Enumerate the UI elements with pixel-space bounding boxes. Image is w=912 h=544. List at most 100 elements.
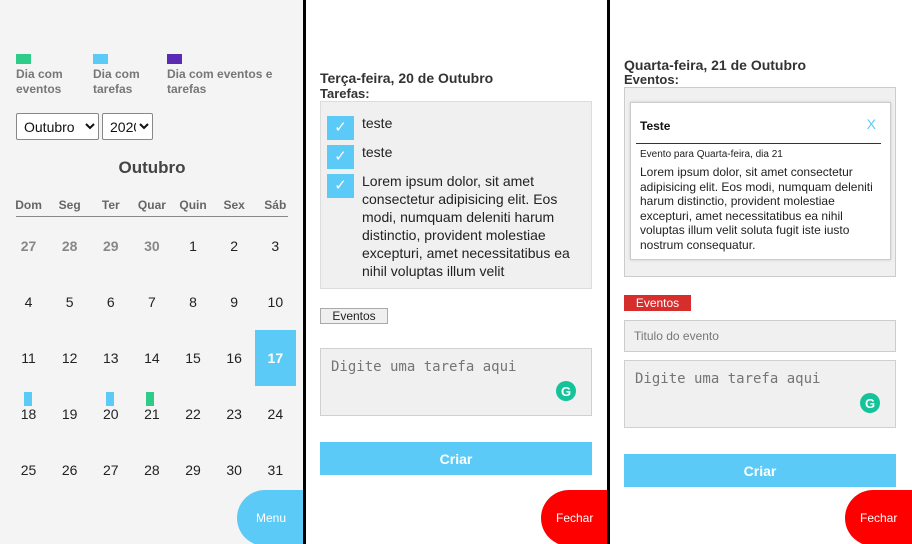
calendar-day[interactable]: 28 (49, 218, 90, 274)
calendar-day[interactable]: 27 (90, 442, 131, 498)
calendar-day[interactable]: 15 (173, 330, 214, 386)
day-number: 15 (185, 350, 201, 366)
calendar-day[interactable]: 21 (131, 386, 172, 442)
task-marker (24, 392, 32, 406)
task-text: teste (362, 144, 393, 160)
day-number: 20 (102, 406, 119, 422)
calendar-day[interactable]: 14 (131, 330, 172, 386)
selected-day-title: Terça-feira, 20 de Outubro (320, 70, 494, 86)
calendar-day[interactable]: 2 (214, 218, 255, 274)
menu-button[interactable]: Menu (237, 490, 304, 544)
task-item[interactable]: ✓ teste (321, 143, 591, 169)
day-events-panel: Quarta-feira, 21 de Outubro Eventos: Tes… (610, 0, 912, 544)
create-task-button[interactable]: Criar (320, 442, 592, 475)
day-number: 16 (226, 350, 242, 366)
calendar-day[interactable]: 28 (131, 442, 172, 498)
weekday-label: Sex (223, 198, 245, 212)
close-button[interactable]: Fechar (541, 490, 608, 544)
grammarly-icon[interactable]: G (556, 381, 576, 401)
close-button[interactable]: Fechar (845, 490, 912, 544)
calendar-day[interactable]: 11 (8, 330, 49, 386)
day-number: 28 (61, 238, 78, 254)
calendar-day[interactable]: 27 (8, 218, 49, 274)
legend-events-and-tasks: Dia com eventos e tarefas (167, 54, 277, 97)
task-list[interactable]: ✓ teste ✓ teste ✓ Lorem ipsum dolor, sit amet… (320, 101, 592, 289)
day-number: 30 (144, 238, 160, 254)
tasks-label: Tarefas: (320, 86, 370, 101)
calendar-day[interactable]: 18 (8, 386, 49, 442)
task-text: Lorem ipsum dolor, sit amet consectetur … (362, 173, 570, 279)
calendar-day[interactable]: 16 (214, 330, 255, 386)
task-marker (106, 392, 115, 406)
weekday-label: Seg (58, 198, 81, 212)
day-number: 28 (144, 462, 160, 478)
task-item[interactable]: ✓ teste (321, 114, 591, 140)
calendar-day[interactable]: 8 (173, 274, 214, 330)
calendar-day[interactable]: 24 (255, 386, 296, 442)
day-number: 8 (189, 294, 197, 310)
calendar-day[interactable]: 26 (49, 442, 90, 498)
day-number: 19 (61, 406, 78, 422)
day-number: 18 (20, 406, 37, 422)
calendar-day[interactable]: 25 (8, 442, 49, 498)
year-select[interactable]: 2020 (102, 113, 153, 140)
calendar-day[interactable]: 29 (173, 442, 214, 498)
calendar-day[interactable]: 6 (90, 274, 131, 330)
day-number: 29 (185, 462, 201, 478)
grammarly-icon[interactable]: G (860, 393, 880, 413)
weekday-label: Sáb (264, 198, 287, 212)
calendar-day[interactable]: 29 (90, 218, 131, 274)
legend-events: Dia com eventos (16, 54, 74, 97)
event-list: Teste X Evento para Quarta-feira, dia 21… (624, 87, 896, 277)
calendar-panel: Dia com eventos Dia com tarefas Dia com … (0, 0, 304, 544)
calendar-day[interactable]: 5 (49, 274, 90, 330)
calendar-day[interactable]: 10 (255, 274, 296, 330)
calendar-day[interactable]: 30 (131, 218, 172, 274)
day-number: 14 (144, 350, 160, 366)
day-number: 1 (189, 238, 197, 254)
event-title: Teste (640, 119, 671, 133)
day-number: 22 (185, 406, 201, 422)
month-select[interactable]: Outubro (16, 113, 99, 140)
close-icon[interactable]: X (867, 116, 876, 132)
day-number: 5 (65, 294, 74, 310)
calendar-day[interactable]: 19 (49, 386, 90, 442)
task-checkbox-checked-icon[interactable]: ✓ (327, 116, 354, 140)
calendar-day[interactable]: 13 (90, 330, 131, 386)
task-checkbox-checked-icon[interactable]: ✓ (327, 174, 354, 198)
calendar-day-today[interactable]: 17 (254, 330, 296, 386)
weekday-label: Ter (101, 198, 120, 212)
legend-tasks-swatch (93, 54, 108, 64)
calendar-day[interactable]: 20 (90, 386, 131, 442)
event-description-input[interactable] (624, 360, 896, 428)
event-card[interactable]: Teste X Evento para Quarta-feira, dia 21… (630, 102, 891, 260)
event-marker (146, 392, 155, 406)
calendar-day[interactable]: 7 (131, 274, 172, 330)
day-number: 29 (102, 238, 119, 254)
events-button[interactable]: Eventos (320, 308, 388, 324)
calendar-day[interactable]: 30 (214, 442, 255, 498)
calendar-day[interactable]: 9 (214, 274, 255, 330)
legend-tasks-label: Dia com tarefas (93, 67, 140, 96)
task-item[interactable]: ✓ Lorem ipsum dolor, sit amet consectetur… (321, 172, 591, 280)
calendar-day[interactable]: 22 (173, 386, 214, 442)
task-checkbox-checked-icon[interactable]: ✓ (327, 145, 354, 169)
task-input[interactable] (320, 348, 592, 416)
calendar-day[interactable]: 23 (214, 386, 255, 442)
day-number: 7 (148, 294, 156, 310)
calendar-day[interactable]: 12 (49, 330, 90, 386)
calendar-day[interactable]: 3 (255, 218, 296, 274)
event-title-input[interactable] (624, 320, 896, 352)
selected-day-title: Quarta-feira, 21 de Outubro (624, 57, 807, 73)
calendar-day[interactable]: 1 (173, 218, 214, 274)
day-number: 30 (226, 462, 242, 478)
calendar-day[interactable]: 4 (8, 274, 49, 330)
day-number: 17 (267, 350, 284, 366)
day-number: 11 (21, 350, 36, 366)
create-event-button[interactable]: Criar (624, 454, 896, 487)
legend-events-label: Dia com eventos (16, 67, 63, 96)
task-text: teste (362, 115, 393, 131)
weekday-header: Dom Seg Ter Quar Quin Sex Sáb (8, 198, 296, 212)
day-number: 2 (230, 238, 239, 254)
day-number: 27 (20, 238, 37, 254)
